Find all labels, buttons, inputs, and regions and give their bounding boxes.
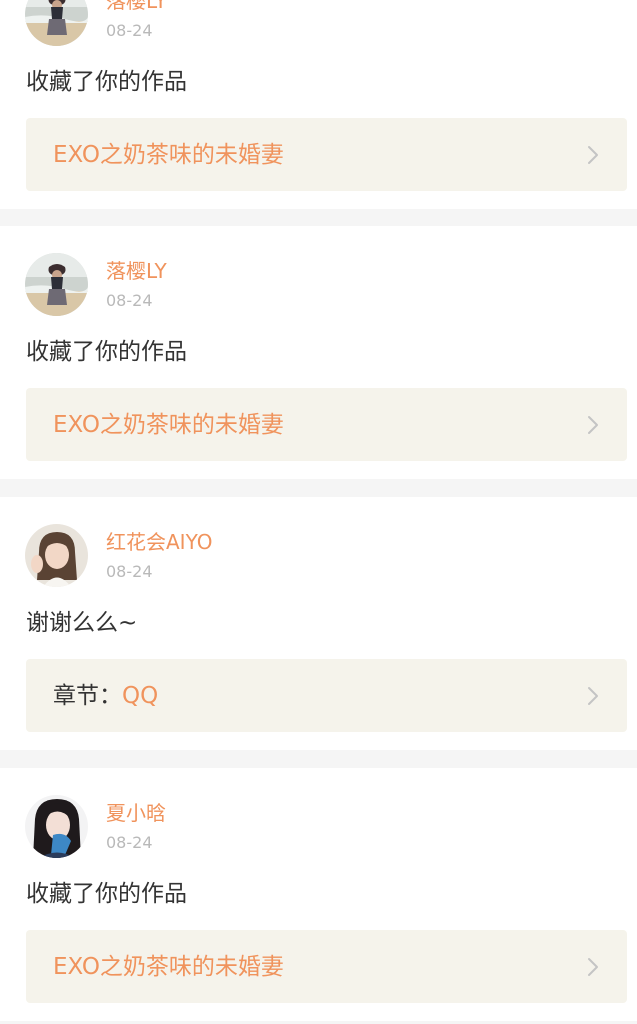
username[interactable]: 红花会AIYO (106, 530, 212, 554)
user-avatar[interactable] (25, 524, 88, 587)
notification-date: 08-24 (106, 21, 153, 40)
chapter-link-prefix: 章节： (53, 683, 122, 709)
chevron-right-icon (587, 957, 599, 977)
avatar-photo-girl-beach-icon (25, 253, 88, 316)
notification-message: 收藏了你的作品 (26, 69, 187, 95)
notification-card: 红花会AIYO 08-24 谢谢么么~ 章节：QQ (0, 497, 637, 750)
username[interactable]: 夏小晗 (106, 801, 166, 825)
avatar-photo-girl-beach-icon (25, 0, 88, 46)
chapter-title: QQ (122, 683, 159, 709)
notification-card: 落樱LY 08-24 收藏了你的作品 EXO之奶茶味的未婚妻 (0, 0, 637, 209)
work-link[interactable]: EXO之奶茶味的未婚妻 (26, 930, 627, 1003)
user-avatar[interactable] (25, 0, 88, 46)
notification-feed: 落樱LY 08-24 收藏了你的作品 EXO之奶茶味的未婚妻 落樱LY 08-2… (0, 0, 637, 1024)
notification-card: 夏小晗 08-24 收藏了你的作品 EXO之奶茶味的未婚妻 (0, 768, 637, 1021)
username[interactable]: 落樱LY (106, 259, 167, 283)
chapter-link-text: 章节：QQ (53, 681, 158, 711)
work-title: EXO之奶茶味的未婚妻 (53, 954, 284, 980)
notification-message: 谢谢么么~ (26, 610, 138, 636)
avatar-photo-girl-waving-icon (25, 524, 88, 587)
notification-date: 08-24 (106, 562, 153, 581)
work-link-text: EXO之奶茶味的未婚妻 (53, 952, 284, 982)
user-avatar[interactable] (25, 795, 88, 858)
work-link[interactable]: EXO之奶茶味的未婚妻 (26, 118, 627, 191)
notification-card: 落樱LY 08-24 收藏了你的作品 EXO之奶茶味的未婚妻 (0, 226, 637, 479)
avatar-photo-girl-dark-hair-icon (25, 795, 88, 858)
chevron-right-icon (587, 145, 599, 165)
chevron-right-icon (587, 686, 599, 706)
notification-date: 08-24 (106, 833, 153, 852)
work-title: EXO之奶茶味的未婚妻 (53, 142, 284, 168)
chevron-right-icon (587, 415, 599, 435)
work-link[interactable]: EXO之奶茶味的未婚妻 (26, 388, 627, 461)
work-link-text: EXO之奶茶味的未婚妻 (53, 410, 284, 440)
username[interactable]: 落樱LY (106, 0, 167, 13)
work-title: EXO之奶茶味的未婚妻 (53, 412, 284, 438)
notification-message: 收藏了你的作品 (26, 339, 187, 365)
work-link-text: EXO之奶茶味的未婚妻 (53, 140, 284, 170)
user-avatar[interactable] (25, 253, 88, 316)
notification-message: 收藏了你的作品 (26, 881, 187, 907)
chapter-link[interactable]: 章节：QQ (26, 659, 627, 732)
notification-date: 08-24 (106, 291, 153, 310)
